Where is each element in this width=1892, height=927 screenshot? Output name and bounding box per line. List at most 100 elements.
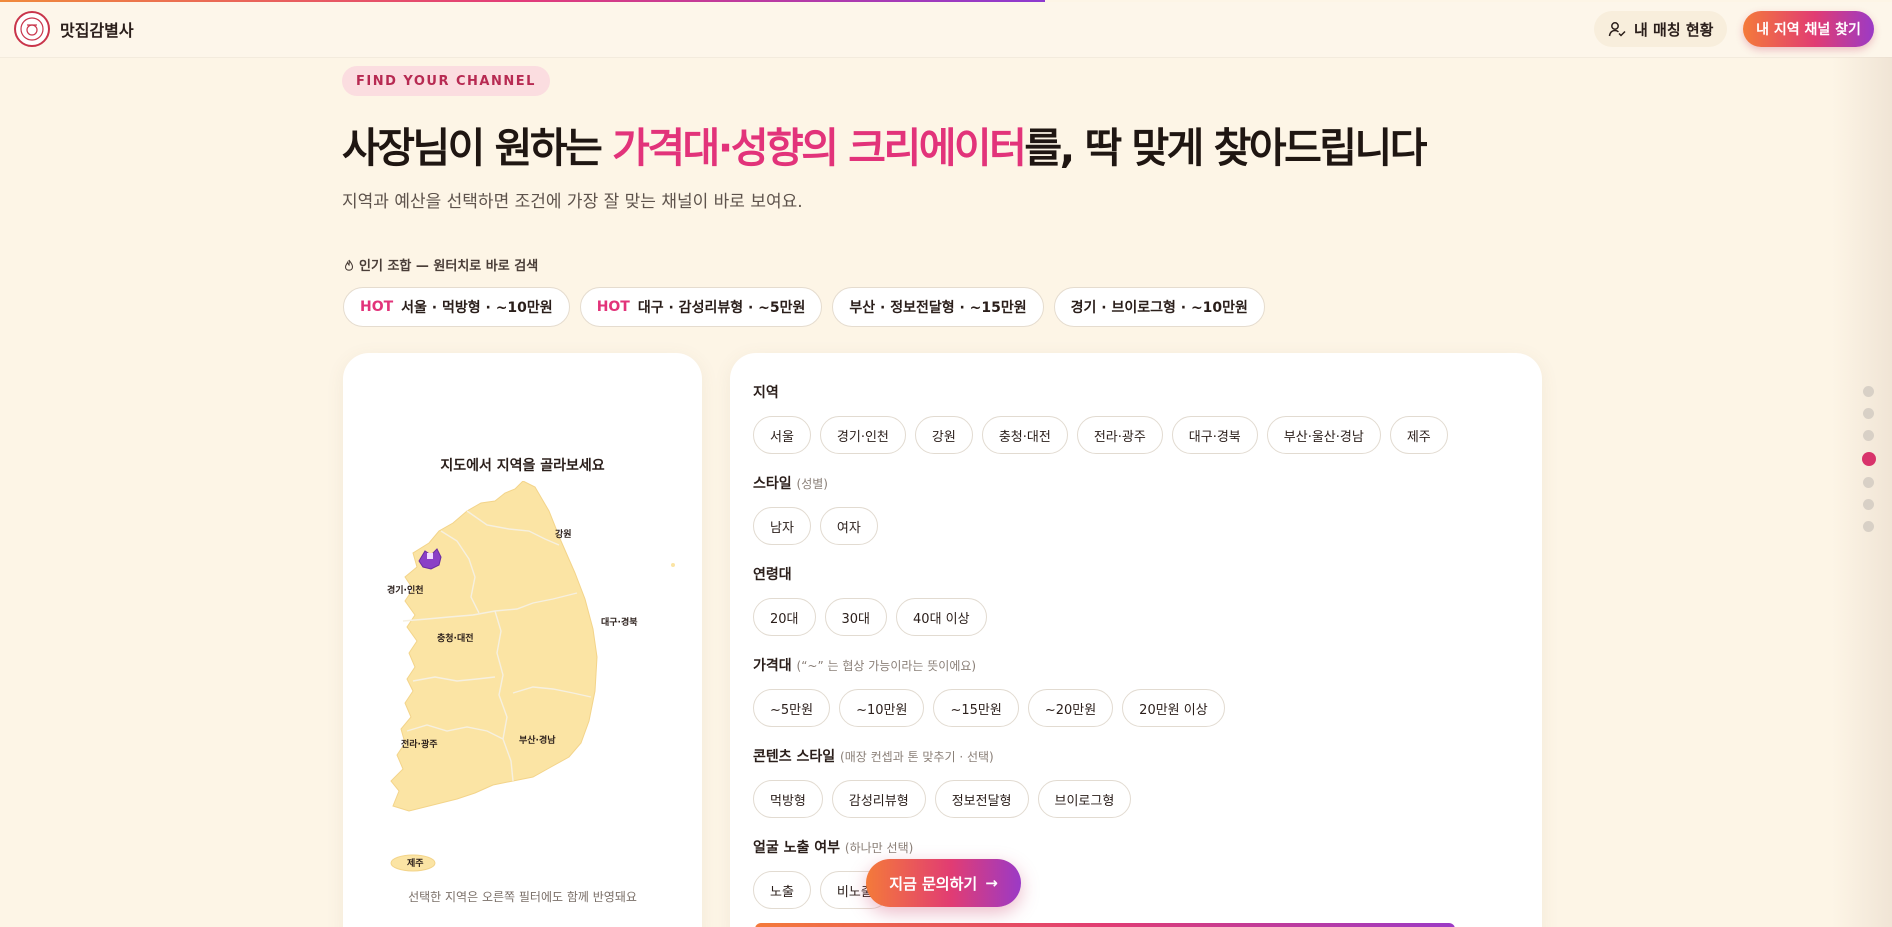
preset-label: 서울 · 먹방형 · ~10만원 (401, 300, 553, 316)
region-map-card: 지도에서 지역을 골라보세요 강원 경기·인천 대구·경북 충청·대전 전라·광… (343, 353, 702, 927)
content-option[interactable]: 먹방형 (753, 780, 823, 818)
seoul-marker-highlight (427, 553, 433, 559)
price-option[interactable]: ~10만원 (839, 689, 925, 727)
brand[interactable]: 맛집감별사 (14, 11, 134, 47)
filter-group-style: 스타일 (성별) 남자 여자 (753, 473, 878, 545)
filter-group-region: 지역 서울 경기·인천 강원 충청·대전 전라·광주 대구·경북 부산·울산·경… (753, 382, 1448, 454)
map-note: 선택한 지역은 오른쪽 필터에도 함께 반영돼요 (408, 890, 637, 904)
price-option[interactable]: ~20만원 (1027, 689, 1114, 727)
preset-list: HOT 서울 · 먹방형 · ~10만원 HOT 대구 · 감성리뷰형 · ~5… (343, 287, 1265, 327)
map-label-busan: 부산·경남 (519, 734, 556, 746)
preset-label: 경기 · 브이로그형 · ~10만원 (1070, 300, 1248, 316)
content-option[interactable]: 브이로그형 (1037, 780, 1132, 818)
filter-hint: (하나만 선택) (844, 841, 914, 855)
region-option[interactable]: 충청·대전 (981, 416, 1068, 454)
filter-options-style: 남자 여자 (753, 507, 878, 545)
age-option[interactable]: 30대 (824, 598, 888, 636)
map-label-daegu: 대구·경북 (601, 616, 638, 628)
style-option[interactable]: 여자 (819, 507, 878, 545)
section-dot[interactable] (1863, 477, 1874, 488)
region-option[interactable]: 서울 (753, 416, 811, 454)
korea-map: 강원 경기·인천 대구·경북 충청·대전 전라·광주 부산·경남 제주 (387, 481, 675, 872)
style-option[interactable]: 남자 (753, 507, 811, 545)
filter-options-price: ~5만원 ~10만원 ~15만원 ~20만원 20만원 이상 (753, 689, 1225, 727)
region-option[interactable]: 경기·인천 (819, 416, 906, 454)
region-option[interactable]: 제주 (1389, 416, 1448, 454)
filter-label-text: 콘텐츠 스타일 (753, 749, 836, 765)
filter-label-style: 스타일 (성별) (753, 473, 878, 493)
filter-label-text: 연령대 (753, 567, 792, 583)
filter-group-age: 연령대 20대 30대 40대 이상 (753, 564, 987, 636)
region-option[interactable]: 대구·경북 (1171, 416, 1258, 454)
filter-hint: (매장 컨셉과 톤 맞추기 · 선택) (840, 750, 994, 764)
headline-post: 를, 딱 맞게 찾아드립니다 (1024, 124, 1427, 172)
popular-combos-text: 인기 조합 — 원터치로 바로 검색 (359, 259, 539, 274)
preset-chip[interactable]: 부산 · 정보전달형 · ~15만원 (832, 287, 1044, 327)
brand-logo-icon (14, 11, 50, 47)
filter-label-price: 가격대 (“~” 는 협상 가능이라는 뜻이에요) (753, 655, 1225, 675)
page-headline: 사장님이 원하는 가격대·성향의 크리에이터를, 딱 맞게 찾아드립니다 (342, 114, 1427, 174)
match-status-button[interactable]: 내 매칭 현황 (1594, 11, 1728, 47)
hot-badge: HOT (360, 299, 394, 315)
find-channel-button[interactable]: 내 지역 채널 찾기 (1743, 11, 1874, 47)
match-status-label: 내 매칭 현황 (1634, 20, 1714, 39)
arrow-right-icon: → (985, 874, 998, 892)
preset-chip[interactable]: HOT 대구 · 감성리뷰형 · ~5만원 (579, 287, 823, 327)
map-label-gangwon: 강원 (555, 528, 572, 540)
headline-accent: 가격대·성향의 크리에이터 (612, 124, 1027, 172)
map-island-dot (671, 563, 675, 567)
content-option[interactable]: 감성리뷰형 (831, 780, 926, 818)
section-dot[interactable] (1863, 386, 1874, 397)
region-option[interactable]: 전라·광주 (1076, 416, 1163, 454)
section-dot[interactable] (1863, 408, 1874, 419)
popular-combos-label: 인기 조합 — 원터치로 바로 검색 (344, 255, 538, 274)
search-button-edge[interactable] (755, 923, 1455, 927)
map-label-chungcheong: 충청·대전 (437, 632, 474, 644)
content-option[interactable]: 정보전달형 (934, 780, 1029, 818)
filter-label-text: 얼굴 노출 여부 (753, 840, 841, 856)
price-option[interactable]: ~15만원 (933, 689, 1019, 727)
filter-label-text: 스타일 (753, 476, 792, 492)
preset-chip[interactable]: HOT 서울 · 먹방형 · ~10만원 (343, 287, 570, 327)
section-dot[interactable] (1863, 499, 1874, 510)
section-dot[interactable] (1863, 521, 1874, 532)
filter-hint: (“~” 는 협상 가능이라는 뜻이에요) (796, 659, 977, 673)
filter-label-region: 지역 (753, 382, 1448, 402)
price-option[interactable]: ~5만원 (753, 689, 831, 727)
age-option[interactable]: 40대 이상 (896, 598, 987, 636)
filter-label-text: 가격대 (753, 658, 792, 674)
user-check-icon (1608, 22, 1626, 37)
section-dot-active[interactable] (1862, 452, 1876, 466)
map-label-jeju: 제주 (407, 857, 424, 869)
top-navigation: 맛집감별사 내 매칭 현황 내 지역 채널 찾기 (0, 2, 1892, 57)
filter-label-age: 연령대 (753, 564, 987, 584)
filter-label-text: 지역 (753, 385, 779, 401)
filter-options-content: 먹방형 감성리뷰형 정보전달형 브이로그형 (753, 780, 1132, 818)
preset-chip[interactable]: 경기 · 브이로그형 · ~10만원 (1053, 287, 1265, 327)
filter-label-content: 콘텐츠 스타일 (매장 컨셉과 톤 맞추기 · 선택) (753, 746, 1131, 766)
section-dot[interactable] (1863, 430, 1874, 441)
region-option[interactable]: 강원 (914, 416, 973, 454)
preset-label: 대구 · 감성리뷰형 · ~5만원 (637, 300, 806, 316)
region-option[interactable]: 부산·울산·경남 (1266, 416, 1381, 454)
face-option[interactable]: 노출 (753, 871, 811, 909)
map-title: 지도에서 지역을 골라보세요 (440, 458, 605, 474)
filter-label-face: 얼굴 노출 여부 (하나만 선택) (753, 837, 913, 857)
hero-subcopy: 지역과 예산을 선택하면 조건에 가장 잘 맞는 채널이 바로 보여요. (342, 192, 803, 212)
inquiry-now-button[interactable]: 지금 문의하기 → (866, 859, 1021, 907)
flame-icon (344, 259, 354, 271)
age-option[interactable]: 20대 (753, 598, 816, 636)
map-label-jeolla: 전라·광주 (401, 738, 438, 750)
filter-options-region: 서울 경기·인천 강원 충청·대전 전라·광주 대구·경북 부산·울산·경남 제… (753, 416, 1448, 454)
price-option[interactable]: 20만원 이상 (1122, 689, 1225, 727)
map-label-gyeonggi: 경기·인천 (387, 584, 424, 596)
inquiry-now-label: 지금 문의하기 (889, 874, 978, 893)
preset-label: 부산 · 정보전달형 · ~15만원 (849, 300, 1027, 316)
filter-options-age: 20대 30대 40대 이상 (753, 598, 987, 636)
filter-group-content: 콘텐츠 스타일 (매장 컨셉과 톤 맞추기 · 선택) 먹방형 감성리뷰형 정보… (753, 746, 1132, 818)
right-edge-fade (1832, 57, 1892, 927)
filter-card: 지역 서울 경기·인천 강원 충청·대전 전라·광주 대구·경북 부산·울산·경… (730, 353, 1542, 927)
hot-badge: HOT (596, 299, 630, 315)
brand-name: 맛집감별사 (60, 21, 134, 40)
headline-pre: 사장님이 원하는 (342, 124, 613, 172)
